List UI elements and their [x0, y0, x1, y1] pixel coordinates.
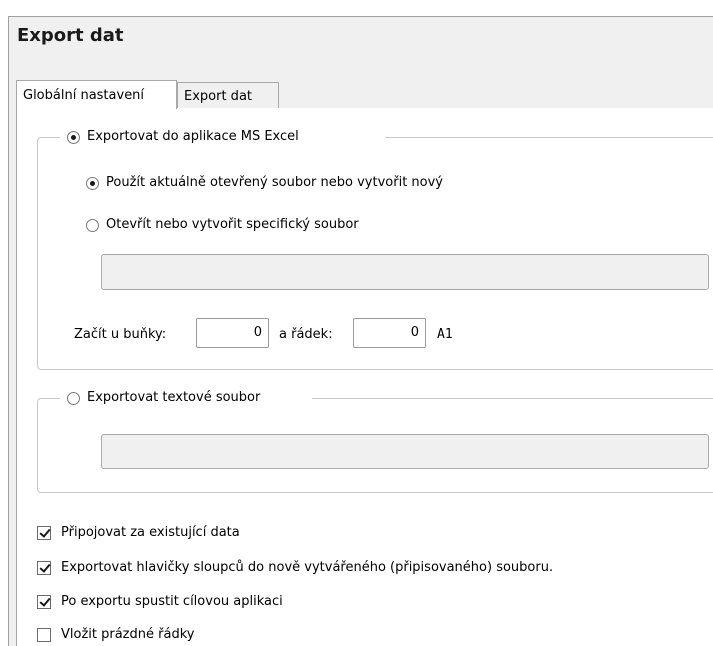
use-open-file-radio[interactable]	[86, 177, 99, 190]
launch-app-label[interactable]: Po exportu spustit cílovou aplikaci	[61, 594, 283, 610]
cell-reference: A1	[437, 327, 453, 342]
text-export-label[interactable]: Exportovat textové soubor	[87, 390, 311, 406]
row-input[interactable]: 0	[353, 318, 426, 348]
specific-file-label[interactable]: Otevřít nebo vytvořit specifický soubor	[106, 217, 359, 233]
tab-global-settings[interactable]: Globální nastavení	[16, 80, 177, 109]
insert-empty-rows-label[interactable]: Vložit prázdné řádky	[61, 627, 194, 643]
page-title: Export dat	[17, 25, 124, 46]
title-bar: Export dat	[8, 16, 713, 60]
start-cell-label: Začít u buňky:	[74, 327, 167, 342]
excel-export-label[interactable]: Exportovat do aplikace MS Excel	[87, 129, 299, 145]
start-cell-input[interactable]: 0	[196, 318, 269, 348]
append-data-checkbox[interactable]	[37, 526, 51, 540]
excel-export-radio[interactable]	[67, 131, 80, 144]
text-export-radio[interactable]	[67, 392, 80, 405]
launch-app-checkbox[interactable]	[37, 595, 51, 609]
text-group-legend[interactable]: Exportovat textové soubor	[60, 388, 312, 408]
append-data-label[interactable]: Připojovat za existující data	[61, 525, 240, 541]
export-headers-label[interactable]: Exportovat hlavičky sloupců do nově vytv…	[61, 560, 553, 576]
specific-file-radio[interactable]	[86, 219, 99, 232]
use-open-file-label[interactable]: Použít aktuálně otevřený soubor nebo vyt…	[106, 175, 443, 191]
tab-export-dat[interactable]: Export dat	[177, 82, 279, 109]
export-headers-checkbox[interactable]	[37, 561, 51, 575]
row-label: a řádek:	[279, 327, 333, 342]
excel-file-path-input[interactable]	[101, 254, 709, 290]
insert-empty-rows-checkbox[interactable]	[37, 628, 51, 642]
excel-group-legend[interactable]: Exportovat do aplikace MS Excel	[60, 127, 385, 147]
text-file-path-input[interactable]	[101, 434, 709, 469]
